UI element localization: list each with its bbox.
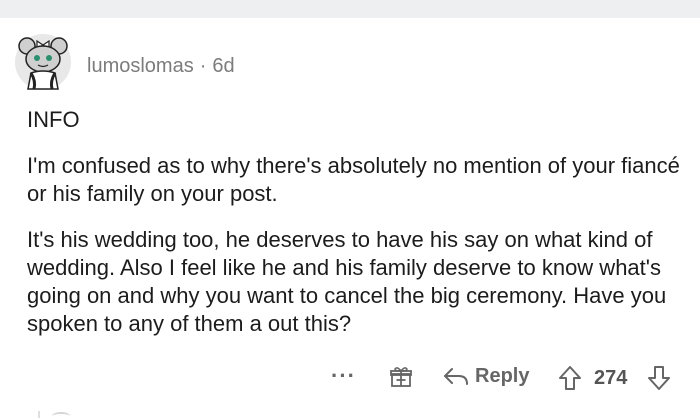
more-options-button[interactable]: ··· (331, 363, 356, 389)
vote-score: 274 (594, 367, 627, 390)
award-button[interactable] (389, 365, 413, 389)
username-link[interactable]: lumoslomas (87, 55, 194, 77)
downvote-arrow-icon (648, 366, 670, 390)
user-avatar[interactable] (14, 33, 72, 91)
more-options-icon: ··· (331, 363, 356, 388)
score-value: 274 (594, 367, 628, 389)
reply-arrow-icon (444, 367, 468, 385)
child-comment-stub (52, 412, 70, 420)
comment-age: 6d (212, 55, 235, 77)
comment-meta: lumoslomas · 6d (87, 55, 235, 77)
reddit-snoo-avatar-icon (15, 34, 71, 90)
comment-paragraph: I'm confused as to why there's absolutel… (27, 153, 680, 206)
reply-label: Reply (475, 365, 530, 387)
meta-separator: · (199, 55, 207, 77)
comment-paragraph: INFO (27, 107, 80, 132)
upvote-button[interactable] (557, 365, 583, 391)
award-gift-icon (390, 367, 412, 387)
reply-button[interactable]: Reply (443, 365, 529, 388)
downvote-button[interactable] (646, 365, 672, 391)
comment-actions: ··· Reply 274 (0, 363, 700, 393)
comment-body: INFO I'm confused as to why there's abso… (27, 106, 687, 356)
comment-paragraph: It's his wedding too, he deserves to hav… (27, 227, 667, 336)
thread-line[interactable] (38, 411, 40, 418)
upvote-arrow-icon (559, 366, 581, 390)
comment: lumoslomas · 6d INFO I'm confused as to wh… (0, 18, 700, 418)
top-divider-bar (0, 0, 700, 18)
